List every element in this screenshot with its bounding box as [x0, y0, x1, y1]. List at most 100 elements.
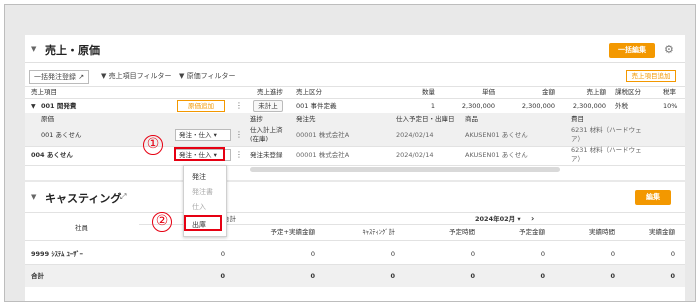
- col-date: 仕入予定日・出庫日: [396, 115, 455, 123]
- expense-value-cont: ア）: [571, 155, 584, 163]
- expense-value-cont: ア）: [571, 135, 584, 143]
- col-casting-total: ｷｬｽﾃｨﾝｸﾞ計: [362, 228, 396, 236]
- col-tax-type: 課税区分: [615, 88, 641, 96]
- sales-progress-badge: 未計上: [253, 100, 283, 112]
- col-plan-hours: 予定時間: [449, 228, 475, 236]
- col-actual-hours: 実績時間: [589, 228, 615, 236]
- divider: [25, 98, 685, 99]
- row-value: 0: [310, 250, 315, 258]
- callout-1: ①: [143, 135, 163, 155]
- casting-panel: ▼ キャスティング ⤢ 編集 社員 合計 2024年02月 ▾ › 予定+実績金…: [25, 182, 685, 301]
- sales-filter-button[interactable]: ▼ 売上項目フィルター: [101, 69, 172, 83]
- app-window: ▼ 売上・原価 一括編集 ⚙ 一括発注登録 ↗ ▼ 売上項目フィルター ▼ 原価…: [4, 4, 696, 302]
- tax-rate-value: 10%: [663, 102, 678, 110]
- horizontal-scrollbar[interactable]: [250, 167, 560, 172]
- col-sales-item: 売上項目: [31, 88, 57, 96]
- col-sales-amount: 売上額: [586, 88, 607, 96]
- divider: [25, 165, 685, 166]
- row-value: 0: [220, 250, 225, 258]
- menu-item-purchase[interactable]: 仕入: [192, 202, 206, 212]
- sales-section-title: 売上・原価: [45, 44, 100, 57]
- filter-icon: ▼: [179, 72, 185, 80]
- col-sales-progress: 売上進捗: [257, 88, 283, 96]
- col-expense: 費目: [571, 115, 584, 123]
- add-cost-button[interactable]: 原価追加: [177, 100, 225, 112]
- menu-item-order-sheet[interactable]: 発注書: [192, 187, 213, 197]
- col-plan-amount: 予定金額: [519, 228, 545, 236]
- col-sales-category: 売上区分: [296, 88, 322, 96]
- expand-row-icon[interactable]: ▼: [31, 102, 36, 111]
- amount-value: 2,300,000: [521, 102, 555, 110]
- cost-progress-sub: (在庫): [250, 135, 269, 143]
- highlight-box: [184, 215, 222, 231]
- month-label: 2024年02月: [475, 215, 516, 223]
- cost-header-row: [25, 113, 685, 124]
- col-cost: 原価: [41, 115, 54, 123]
- row-value: 0: [470, 250, 475, 258]
- sales-amount-value: 2,300,000: [572, 102, 606, 110]
- total-value: 0: [470, 272, 475, 280]
- total-label: 合計: [31, 272, 44, 280]
- divider: [25, 86, 685, 87]
- bulk-order-button[interactable]: 一括発注登録 ↗: [29, 70, 90, 84]
- total-value: 0: [540, 272, 545, 280]
- col-progress: 進捗: [250, 115, 263, 123]
- unit-price-value: 2,300,000: [461, 102, 495, 110]
- qty-value: 1: [430, 102, 435, 110]
- bulk-edit-button[interactable]: 一括編集: [609, 43, 655, 58]
- date-value: 2024/02/14: [396, 131, 434, 139]
- cost-filter-button[interactable]: ▼ 原価フィルター: [179, 69, 236, 83]
- row-value: 0: [540, 250, 545, 258]
- row-menu-icon[interactable]: ⋮: [235, 150, 243, 159]
- row-menu-icon[interactable]: ⋮: [235, 130, 243, 139]
- casting-section-title: キャスティング: [45, 192, 122, 205]
- row-menu-icon[interactable]: ⋮: [235, 101, 243, 110]
- cost-item-name: 004 あくせん: [31, 151, 73, 159]
- row-value: 0: [670, 250, 675, 258]
- expand-icon[interactable]: ⤢: [120, 192, 126, 202]
- sales-category: 001 事件定義: [296, 102, 337, 110]
- filter-icon: ▼: [101, 72, 107, 80]
- callout-2: ②: [152, 212, 172, 232]
- cost-action-dropdown[interactable]: 発注・仕入 ▾: [175, 129, 231, 141]
- total-value: 0: [390, 272, 395, 280]
- col-member: 社員: [75, 224, 88, 232]
- dropdown-label: 発注・仕入: [179, 131, 212, 139]
- month-selector[interactable]: 2024年02月 ▾: [475, 215, 521, 224]
- member-name: 9999 ｼｽﾃﾑ ﾕｰｻﾞｰ: [31, 250, 83, 258]
- tax-type-value: 外税: [615, 102, 628, 110]
- cost-progress: 仕入計上済: [250, 126, 283, 134]
- external-link-icon: ↗: [78, 73, 85, 81]
- add-sales-item-button[interactable]: 売上項目追加: [626, 70, 676, 82]
- total-value: 0: [610, 272, 615, 280]
- supplier-value: 00001 株式会社A: [296, 131, 350, 139]
- collapse-chevron-icon[interactable]: ▼: [31, 193, 36, 201]
- cost-filter-label: 原価フィルター: [186, 72, 236, 80]
- supplier-value: 00001 株式会社A: [296, 151, 350, 159]
- edit-button[interactable]: 編集: [635, 190, 671, 205]
- row-value: 0: [610, 250, 615, 258]
- expense-value: 6231 材料（ハードウェ: [571, 146, 642, 154]
- total-value: 0: [310, 272, 315, 280]
- col-product: 商品: [465, 115, 478, 123]
- gear-icon[interactable]: ⚙: [664, 43, 674, 56]
- bulk-order-label: 一括発注登録: [34, 73, 76, 81]
- next-month-icon[interactable]: ›: [531, 214, 534, 223]
- date-value: 2024/02/14: [396, 151, 434, 159]
- sales-toolbar: 一括発注登録 ↗ ▼ 売上項目フィルター ▼ 原価フィルター 売上項目追加: [25, 69, 685, 84]
- divider: [25, 240, 685, 241]
- sales-cost-panel: ▼ 売上・原価 一括編集 ⚙ 一括発注登録 ↗ ▼ 売上項目フィルター ▼ 原価…: [25, 35, 685, 180]
- total-value: 0: [670, 272, 675, 280]
- cost-item-name: 001 あくせん: [41, 131, 82, 139]
- sales-section-header: ▼ 売上・原価 一括編集 ⚙: [25, 35, 685, 63]
- sales-item-name: 001 開発費: [41, 102, 77, 110]
- collapse-chevron-icon[interactable]: ▼: [31, 45, 36, 53]
- cost-progress: 発注未登録: [250, 151, 283, 159]
- total-value: 0: [220, 272, 225, 280]
- product-value: AKUSEN01 あくせん: [465, 131, 528, 139]
- row-value: 0: [390, 250, 395, 258]
- col-plan-actual-amount: 予定+実績金額: [270, 228, 315, 236]
- chevron-down-icon: ▾: [517, 215, 521, 223]
- divider: [25, 212, 685, 213]
- menu-item-order[interactable]: 発注: [192, 172, 206, 182]
